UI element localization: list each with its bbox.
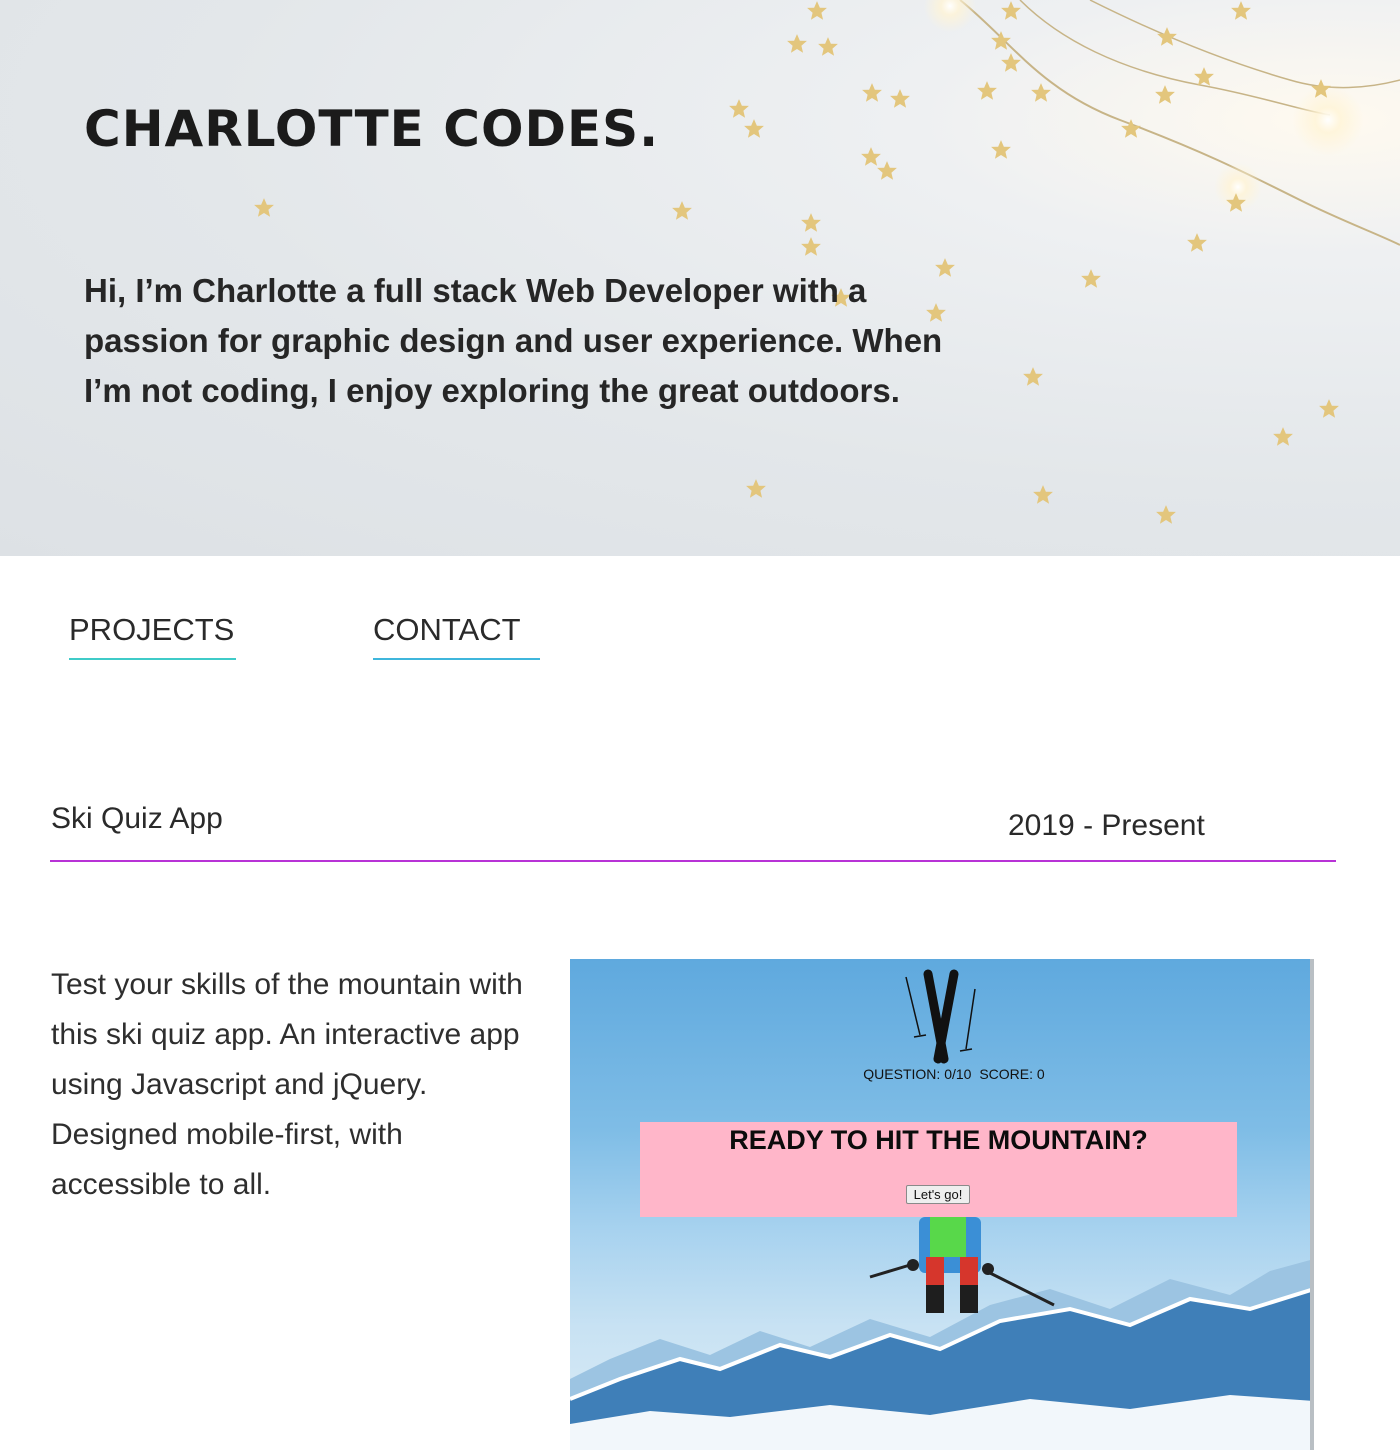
- screenshot-edge: [1310, 959, 1314, 1450]
- nav-link-projects[interactable]: PROJECTS: [69, 612, 236, 660]
- quiz-start-card: READY TO HIT THE MOUNTAIN? Let's go!: [640, 1122, 1237, 1217]
- lets-go-button[interactable]: Let's go!: [906, 1185, 970, 1204]
- project-date: 2019 - Present: [1008, 809, 1205, 842]
- quiz-status: QUESTION: 0/10 SCORE: 0: [570, 1066, 1314, 1082]
- main-nav: PROJECTS CONTACT: [0, 612, 1400, 672]
- project-screenshot[interactable]: QUESTION: 0/10 SCORE: 0 READY TO HIT THE…: [570, 959, 1314, 1450]
- hero-banner: CHARLOTTE CODES. Hi, I’m Charlotte a ful…: [0, 0, 1400, 556]
- question-counter: QUESTION: 0/10: [863, 1066, 972, 1082]
- intro-text: Hi, I’m Charlotte a full stack Web Devel…: [84, 272, 943, 409]
- project-description: Test your skills of the mountain with th…: [51, 968, 523, 1201]
- nav-link-contact[interactable]: CONTACT: [373, 612, 540, 660]
- score-counter: SCORE: 0: [979, 1066, 1045, 1082]
- ski-logo-icon: [905, 969, 976, 1064]
- quiz-heading: READY TO HIT THE MOUNTAIN?: [729, 1125, 1148, 1155]
- project-title: Ski Quiz App: [51, 802, 223, 835]
- project-header: Ski Quiz App 2019 - Present: [50, 800, 1336, 862]
- site-title: CHARLOTTE CODES.: [84, 100, 660, 158]
